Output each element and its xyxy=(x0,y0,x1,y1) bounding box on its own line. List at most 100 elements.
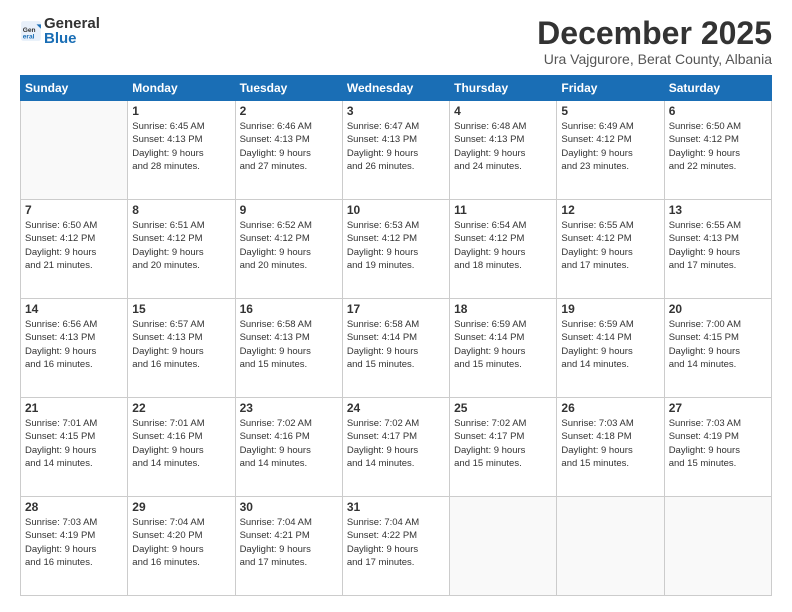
day-info-line: Daylight: 9 hours xyxy=(347,147,445,160)
day-info-line: Sunset: 4:17 PM xyxy=(454,430,552,443)
day-number: 13 xyxy=(669,203,767,217)
calendar-cell xyxy=(450,497,557,596)
day-info-line: and 14 minutes. xyxy=(561,358,659,371)
day-info-line: and 21 minutes. xyxy=(25,259,123,272)
calendar-cell: 24Sunrise: 7:02 AMSunset: 4:17 PMDayligh… xyxy=(342,398,449,497)
calendar-cell: 22Sunrise: 7:01 AMSunset: 4:16 PMDayligh… xyxy=(128,398,235,497)
day-info-line: Sunrise: 6:59 AM xyxy=(454,318,552,331)
weekday-header-sunday: Sunday xyxy=(21,76,128,101)
day-info-line: Sunrise: 6:50 AM xyxy=(669,120,767,133)
day-info-line: and 14 minutes. xyxy=(240,457,338,470)
day-info-line: Sunset: 4:16 PM xyxy=(240,430,338,443)
day-number: 16 xyxy=(240,302,338,316)
day-info-line: Sunset: 4:12 PM xyxy=(347,232,445,245)
day-info-line: and 23 minutes. xyxy=(561,160,659,173)
day-number: 22 xyxy=(132,401,230,415)
day-info-line: Sunrise: 7:00 AM xyxy=(669,318,767,331)
day-info-line: Daylight: 9 hours xyxy=(669,444,767,457)
day-info-line: Sunset: 4:12 PM xyxy=(132,232,230,245)
calendar-cell: 16Sunrise: 6:58 AMSunset: 4:13 PMDayligh… xyxy=(235,299,342,398)
day-info-line: Sunrise: 6:53 AM xyxy=(347,219,445,232)
day-info-line: Daylight: 9 hours xyxy=(669,147,767,160)
day-info-line: Sunrise: 6:45 AM xyxy=(132,120,230,133)
day-info-line: Sunset: 4:14 PM xyxy=(454,331,552,344)
day-info-line: Sunset: 4:13 PM xyxy=(132,331,230,344)
day-info-line: Sunset: 4:17 PM xyxy=(347,430,445,443)
day-info-line: Sunset: 4:12 PM xyxy=(669,133,767,146)
day-info-line: Daylight: 9 hours xyxy=(561,246,659,259)
day-info-line: Daylight: 9 hours xyxy=(132,543,230,556)
day-info-line: Sunset: 4:14 PM xyxy=(561,331,659,344)
day-info-line: Daylight: 9 hours xyxy=(561,147,659,160)
day-number: 9 xyxy=(240,203,338,217)
day-info-line: Daylight: 9 hours xyxy=(25,246,123,259)
day-number: 21 xyxy=(25,401,123,415)
day-info-line: Daylight: 9 hours xyxy=(561,444,659,457)
day-info-line: Sunrise: 6:46 AM xyxy=(240,120,338,133)
calendar-cell: 6Sunrise: 6:50 AMSunset: 4:12 PMDaylight… xyxy=(664,101,771,200)
calendar-table: SundayMondayTuesdayWednesdayThursdayFrid… xyxy=(20,75,772,596)
day-info-line: Sunrise: 7:02 AM xyxy=(347,417,445,430)
calendar-cell: 27Sunrise: 7:03 AMSunset: 4:19 PMDayligh… xyxy=(664,398,771,497)
day-number: 8 xyxy=(132,203,230,217)
day-info-line: and 20 minutes. xyxy=(132,259,230,272)
calendar-cell: 18 Sunrise: 6:59 AMSunset: 4:14 PMDayligh… xyxy=(450,299,557,398)
calendar-cell: 3Sunrise: 6:47 AMSunset: 4:13 PMDaylight… xyxy=(342,101,449,200)
logo-line2: Blue xyxy=(44,31,100,46)
day-info-line: Sunset: 4:12 PM xyxy=(454,232,552,245)
day-info-line: and 22 minutes. xyxy=(669,160,767,173)
day-info-line: and 14 minutes. xyxy=(347,457,445,470)
calendar-cell: 30Sunrise: 7:04 AMSunset: 4:21 PMDayligh… xyxy=(235,497,342,596)
day-info-line: and 14 minutes. xyxy=(132,457,230,470)
calendar-cell: 13Sunrise: 6:55 AMSunset: 4:13 PMDayligh… xyxy=(664,200,771,299)
day-info-line: Daylight: 9 hours xyxy=(240,147,338,160)
svg-text:Gen: Gen xyxy=(23,27,36,34)
day-number: 24 xyxy=(347,401,445,415)
day-info-line: Daylight: 9 hours xyxy=(25,444,123,457)
day-info-line: Sunrise: 6:51 AM xyxy=(132,219,230,232)
day-info-line: Sunrise: 6:56 AM xyxy=(25,318,123,331)
day-number: 2 xyxy=(240,104,338,118)
calendar-cell xyxy=(557,497,664,596)
calendar-week-5: 28Sunrise: 7:03 AMSunset: 4:19 PMDayligh… xyxy=(21,497,772,596)
day-info-line: Sunrise: 7:03 AM xyxy=(25,516,123,529)
day-info-line: Sunrise: 6:47 AM xyxy=(347,120,445,133)
day-info-line: and 17 minutes. xyxy=(347,556,445,569)
weekday-header-tuesday: Tuesday xyxy=(235,76,342,101)
day-info-line: Daylight: 9 hours xyxy=(454,345,552,358)
day-number: 18 xyxy=(454,302,552,316)
calendar-cell: 29Sunrise: 7:04 AMSunset: 4:20 PMDayligh… xyxy=(128,497,235,596)
day-info-line: Daylight: 9 hours xyxy=(132,246,230,259)
day-info-line: Sunset: 4:14 PM xyxy=(347,331,445,344)
location-title: Ura Vajgurore, Berat County, Albania xyxy=(537,51,772,67)
day-number: 27 xyxy=(669,401,767,415)
day-info-line: Daylight: 9 hours xyxy=(240,543,338,556)
day-info-line: and 15 minutes. xyxy=(454,358,552,371)
calendar-cell: 11Sunrise: 6:54 AMSunset: 4:12 PMDayligh… xyxy=(450,200,557,299)
logo-line1: General xyxy=(44,16,100,31)
day-number: 29 xyxy=(132,500,230,514)
day-info-line: and 15 minutes. xyxy=(240,358,338,371)
day-info-line: Daylight: 9 hours xyxy=(25,345,123,358)
day-info-line: and 17 minutes. xyxy=(669,259,767,272)
day-info-line: Sunrise: 7:02 AM xyxy=(454,417,552,430)
day-info-line: Sunset: 4:15 PM xyxy=(25,430,123,443)
day-info-line: and 15 minutes. xyxy=(454,457,552,470)
day-info-line: Daylight: 9 hours xyxy=(347,345,445,358)
day-number: 25 xyxy=(454,401,552,415)
day-info-line: Daylight: 9 hours xyxy=(454,246,552,259)
calendar-cell: 7Sunrise: 6:50 AMSunset: 4:12 PMDaylight… xyxy=(21,200,128,299)
day-info-line: and 24 minutes. xyxy=(454,160,552,173)
day-number: 19 xyxy=(561,302,659,316)
day-number: 17 xyxy=(347,302,445,316)
day-info-line: Daylight: 9 hours xyxy=(240,345,338,358)
calendar-cell: 15Sunrise: 6:57 AMSunset: 4:13 PMDayligh… xyxy=(128,299,235,398)
day-info-line: Daylight: 9 hours xyxy=(240,246,338,259)
day-number: 10 xyxy=(347,203,445,217)
month-title: December 2025 xyxy=(537,16,772,51)
day-number: 4 xyxy=(454,104,552,118)
calendar-week-4: 21Sunrise: 7:01 AMSunset: 4:15 PMDayligh… xyxy=(21,398,772,497)
day-info-line: Daylight: 9 hours xyxy=(454,444,552,457)
day-info-line: and 19 minutes. xyxy=(347,259,445,272)
logo-icon: Gen eral xyxy=(20,20,42,42)
